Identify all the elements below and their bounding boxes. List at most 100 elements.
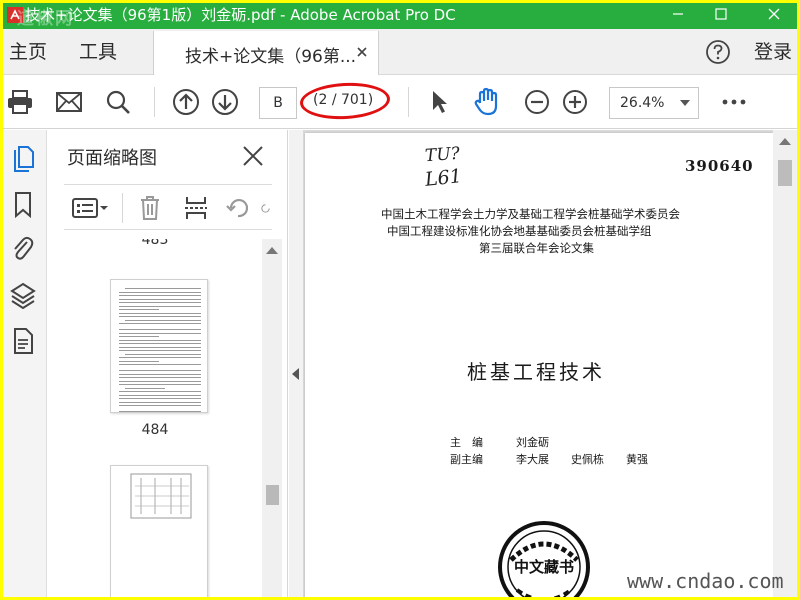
- more-dots-icon: [722, 99, 746, 105]
- minus-circle-icon: [525, 90, 549, 114]
- page-thumbnail[interactable]: [110, 279, 208, 413]
- thumbnail-list: 483 484: [48, 239, 262, 597]
- document-icon: [14, 328, 33, 354]
- toolbar: B (2 / 701) 26.4%: [3, 75, 797, 129]
- insert-pages-button[interactable]: [182, 195, 210, 221]
- rotate-page-button[interactable]: [224, 195, 252, 221]
- library-seal-stamp: 中文藏书: [498, 521, 590, 597]
- page-thumbnails-panel: 页面缩略图 483 484: [48, 130, 288, 597]
- more-tools-button[interactable]: [719, 88, 749, 116]
- thumbnail-scrollbar[interactable]: [262, 239, 282, 597]
- thumbnail-text-line: [119, 343, 201, 344]
- toolbar-divider: [122, 193, 123, 223]
- bookmarks-button[interactable]: [9, 190, 37, 220]
- zoom-level-select[interactable]: 26.4%: [609, 87, 699, 119]
- hand-tool-button[interactable]: [472, 87, 502, 116]
- thumbnail-options-button[interactable]: [70, 195, 110, 221]
- thumbnail-text-line: [119, 373, 201, 375]
- thumbnail-text-line: [119, 316, 201, 317]
- plus-circle-icon: [563, 90, 587, 114]
- login-button[interactable]: 登录: [754, 39, 792, 65]
- menu-bar: 主页 工具 技术+论文集（96第... 登录: [3, 29, 797, 76]
- menu-tools[interactable]: 工具: [79, 39, 117, 65]
- scroll-up-icon[interactable]: [266, 247, 278, 254]
- acrobat-window: 道椒网 技术+论文集（96第1版）刘金砺.pdf - Adobe Acrobat…: [3, 3, 797, 597]
- rotate-clockwise-icon: [261, 204, 270, 213]
- title-bar: 道椒网 技术+论文集（96第1版）刘金砺.pdf - Adobe Acrobat…: [3, 3, 797, 29]
- thumbnail-text-line: [119, 405, 201, 406]
- scrollbar-thumb[interactable]: [266, 485, 279, 505]
- scroll-up-icon[interactable]: [779, 138, 791, 145]
- bookmark-icon: [15, 192, 31, 219]
- print-button[interactable]: [5, 88, 35, 116]
- layers-button[interactable]: [9, 280, 37, 310]
- delete-pages-button[interactable]: [136, 195, 164, 221]
- help-icon[interactable]: [705, 39, 731, 65]
- thumbnail-text-line: [119, 309, 159, 310]
- window-title: 技术+论文集（96第1版）刘金砺.pdf - Adobe Acrobat Pro…: [25, 6, 456, 24]
- previous-page-button[interactable]: [171, 88, 201, 116]
- thumbnail-text-line: [125, 319, 201, 321]
- thumbnail-text-line: [125, 353, 201, 355]
- thumbnail-toolbar: [64, 184, 272, 230]
- minimize-button[interactable]: [655, 3, 701, 25]
- zoom-value: 26.4%: [620, 95, 665, 111]
- editor-line: 主 编 刘金砺: [450, 436, 549, 449]
- chevron-down-icon: [680, 100, 690, 106]
- thumbnail-text-line: [119, 364, 201, 365]
- thumbnail-figure: [130, 473, 192, 519]
- thumbnail-text-line: [119, 380, 201, 382]
- document-scrollbar[interactable]: [773, 130, 797, 597]
- thumbnail-text-line: [119, 411, 201, 412]
- document-tab-label: 技术+论文集（96第...: [185, 47, 357, 67]
- tab-close-icon[interactable]: [355, 45, 369, 59]
- toolbar-divider: [408, 87, 409, 117]
- trash-icon: [141, 196, 159, 220]
- thumbnail-text-line: [119, 329, 201, 330]
- thumbnail-text-line: [119, 339, 201, 341]
- close-icon: [768, 8, 780, 20]
- navigation-rail: [3, 130, 47, 597]
- menu-home[interactable]: 主页: [9, 39, 47, 65]
- layers-icon: [10, 282, 36, 309]
- search-button[interactable]: [103, 88, 133, 116]
- zoom-in-button[interactable]: [560, 88, 590, 116]
- document-serial-number: 390640: [685, 157, 754, 175]
- select-tool-button[interactable]: [424, 88, 454, 116]
- thumbnail-text-line: [119, 360, 159, 362]
- document-tab[interactable]: 技术+论文集（96第...: [153, 31, 379, 76]
- rotate-icon: [226, 199, 249, 218]
- insert-pages-icon: [185, 197, 207, 219]
- page-number-input[interactable]: B: [259, 87, 297, 119]
- thumbnail-page-number: 484: [141, 422, 169, 438]
- panel-splitter[interactable]: [289, 130, 303, 597]
- document-page: TU? L61 390640 中国土木工程学会土力学及基础工程学会桩基础学术委员…: [305, 133, 773, 597]
- handwritten-note: L61: [423, 165, 463, 191]
- email-button[interactable]: [54, 88, 84, 116]
- page-thumbnails-button[interactable]: [9, 144, 37, 174]
- document-properties-button[interactable]: [9, 326, 37, 356]
- scrollbar-thumb[interactable]: [778, 160, 792, 186]
- thumbnail-text-line: [119, 394, 201, 396]
- thumbnail-text-line: [119, 305, 201, 307]
- collapse-panel-icon[interactable]: [292, 368, 299, 380]
- panel-close-icon[interactable]: [242, 145, 264, 167]
- attachments-button[interactable]: [9, 234, 37, 264]
- thumbnail-text-line: [119, 398, 201, 399]
- organization-line: 中国工程建设标准化协会地基基础委员会桩基础学组: [387, 224, 652, 238]
- maximize-icon: [715, 8, 727, 20]
- thumbnail-text-line: [125, 288, 201, 289]
- thumbnail-text-line: [119, 323, 201, 324]
- zoom-out-button[interactable]: [522, 88, 552, 116]
- thumbnail-text-line: [119, 384, 201, 385]
- next-page-button[interactable]: [210, 88, 240, 116]
- close-window-button[interactable]: [751, 3, 797, 25]
- page-thumbnail[interactable]: [110, 465, 208, 597]
- site-url-watermark: www.cndao.com: [627, 569, 784, 593]
- maximize-button[interactable]: [698, 3, 744, 25]
- rotate-clockwise-button[interactable]: [260, 195, 272, 221]
- thumbnail-text-line: [119, 391, 201, 392]
- page-count: (2 / 701): [313, 92, 374, 108]
- thumbnail-text-line: [119, 346, 201, 348]
- associate-editor-line: 副主编 李大展 史佩栋 黄强: [450, 453, 648, 466]
